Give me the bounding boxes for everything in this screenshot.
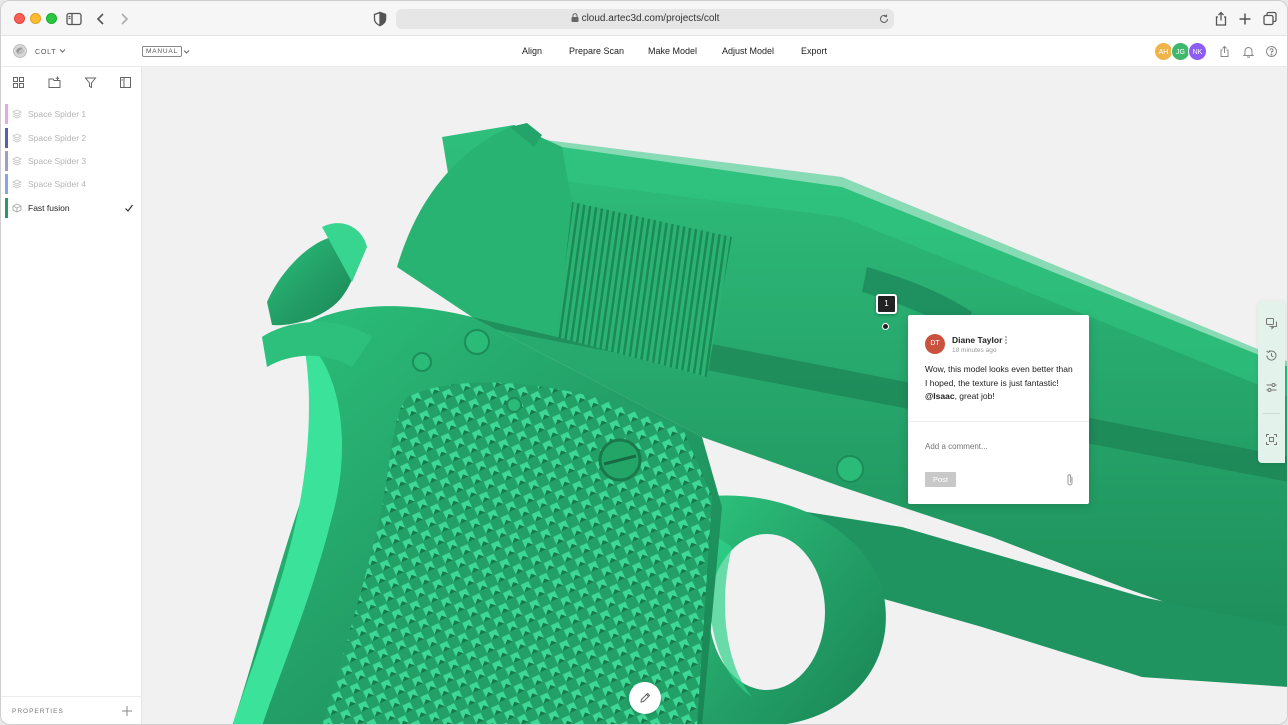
layer-color-bar <box>5 198 8 218</box>
share-icon[interactable] <box>1212 10 1230 28</box>
viewport-toolstrip <box>1258 301 1285 463</box>
mode-selector[interactable]: MANUAL <box>142 46 182 57</box>
layer-item-fast-fusion[interactable]: Fast fusion <box>1 198 142 218</box>
url-text: cloud.artec3d.com/projects/colt <box>581 13 720 24</box>
divider <box>908 421 1089 422</box>
browser-window: cloud.artec3d.com/projects/colt COLT MAN… <box>0 0 1288 725</box>
properties-label: PROPERTIES <box>12 708 64 715</box>
fit-view-icon[interactable] <box>1265 433 1278 446</box>
pencil-icon <box>640 692 651 703</box>
chevron-down-icon <box>60 49 66 53</box>
close-window-button[interactable] <box>14 13 25 24</box>
layers-sidebar: Space Spider 1 Space Spider 2 Space Spid… <box>1 67 142 724</box>
layer-item-space-spider-4[interactable]: Space Spider 4 <box>1 174 142 194</box>
bell-icon[interactable] <box>1242 45 1255 58</box>
maximize-window-button[interactable] <box>46 13 57 24</box>
panel-layout-icon[interactable] <box>119 76 132 89</box>
chevron-down-icon[interactable] <box>183 48 190 55</box>
filter-icon[interactable] <box>84 76 97 89</box>
comments-icon[interactable] <box>1265 317 1278 330</box>
comment-text-part: Wow, this model looks even better than I… <box>925 364 1073 388</box>
back-icon[interactable] <box>92 10 110 28</box>
3d-viewport[interactable]: 1 <box>142 67 1287 724</box>
plus-icon[interactable] <box>121 705 133 717</box>
layer-color-bar <box>5 104 8 124</box>
layer-color-bar <box>5 151 8 171</box>
lock-icon <box>571 13 579 22</box>
project-name: COLT <box>35 49 57 56</box>
layer-name: Space Spider 1 <box>28 109 87 119</box>
app-header: COLT MANUAL Align Prepare Scan Make Mode… <box>1 36 1287 67</box>
grid-view-icon[interactable] <box>12 76 25 89</box>
annotate-button[interactable] <box>629 682 661 714</box>
artec-logo-icon[interactable] <box>12 43 28 59</box>
comment-pin[interactable]: 1 <box>876 294 897 314</box>
layer-scan-icon <box>12 109 22 119</box>
comment-author-avatar[interactable]: DT <box>925 334 945 354</box>
forward-icon[interactable] <box>115 10 133 28</box>
mention-link[interactable]: @Isaac <box>925 391 955 401</box>
tab-overview-icon[interactable] <box>1261 10 1279 28</box>
layer-scan-icon <box>12 133 22 143</box>
comment-text: Wow, this model looks even better than I… <box>925 363 1075 404</box>
layer-item-space-spider-3[interactable]: Space Spider 3 <box>1 151 142 171</box>
layer-name: Fast fusion <box>28 203 70 213</box>
sliders-icon[interactable] <box>1265 381 1278 394</box>
layer-scan-icon <box>12 179 22 189</box>
comment-text-part: , great job! <box>954 391 995 401</box>
project-selector[interactable]: COLT <box>35 47 66 56</box>
layer-item-space-spider-1[interactable]: Space Spider 1 <box>1 104 142 124</box>
layer-item-space-spider-2[interactable]: Space Spider 2 <box>1 128 142 148</box>
divider <box>1263 413 1280 414</box>
browser-titlebar: cloud.artec3d.com/projects/colt <box>1 1 1287 36</box>
comment-timestamp: 18 minutes ago <box>952 347 997 354</box>
layer-name: Space Spider 4 <box>28 179 87 189</box>
history-icon[interactable] <box>1265 349 1278 362</box>
comment-anchor-dot[interactable] <box>882 323 889 330</box>
menu-prepare-scan[interactable]: Prepare Scan <box>569 46 624 56</box>
menu-export[interactable]: Export <box>801 46 827 56</box>
comment-author-name: Diane Taylor <box>952 335 1003 345</box>
post-button[interactable]: Post <box>925 472 956 487</box>
layer-color-bar <box>5 174 8 194</box>
layer-name: Space Spider 3 <box>28 156 87 166</box>
layer-scan-icon <box>12 156 22 166</box>
model-cube-icon <box>12 203 22 213</box>
menu-align[interactable]: Align <box>522 46 542 56</box>
pistol-3d-model <box>232 123 1287 724</box>
comment-card: DT Diane Taylor 18 minutes ago Wow, this… <box>908 315 1089 504</box>
share-icon[interactable] <box>1218 45 1231 58</box>
layer-name: Space Spider 2 <box>28 133 87 143</box>
avatar-nk[interactable]: NK <box>1188 42 1207 61</box>
check-icon[interactable] <box>124 203 134 213</box>
menu-make-model[interactable]: Make Model <box>648 46 697 56</box>
new-tab-icon[interactable] <box>1236 10 1254 28</box>
address-bar[interactable]: cloud.artec3d.com/projects/colt <box>396 9 894 29</box>
reload-icon[interactable] <box>878 13 890 25</box>
minimize-window-button[interactable] <box>30 13 41 24</box>
privacy-shield-icon[interactable] <box>371 10 389 28</box>
sidebar-toggle-icon[interactable] <box>65 10 83 28</box>
paperclip-icon[interactable] <box>1065 473 1075 487</box>
help-icon[interactable] <box>1265 45 1278 58</box>
add-folder-icon[interactable] <box>48 76 61 89</box>
layer-color-bar <box>5 128 8 148</box>
menu-adjust-model[interactable]: Adjust Model <box>722 46 774 56</box>
more-options-icon[interactable] <box>1003 335 1009 345</box>
properties-panel-header[interactable]: PROPERTIES <box>1 696 142 724</box>
add-comment-input[interactable] <box>925 442 1075 451</box>
